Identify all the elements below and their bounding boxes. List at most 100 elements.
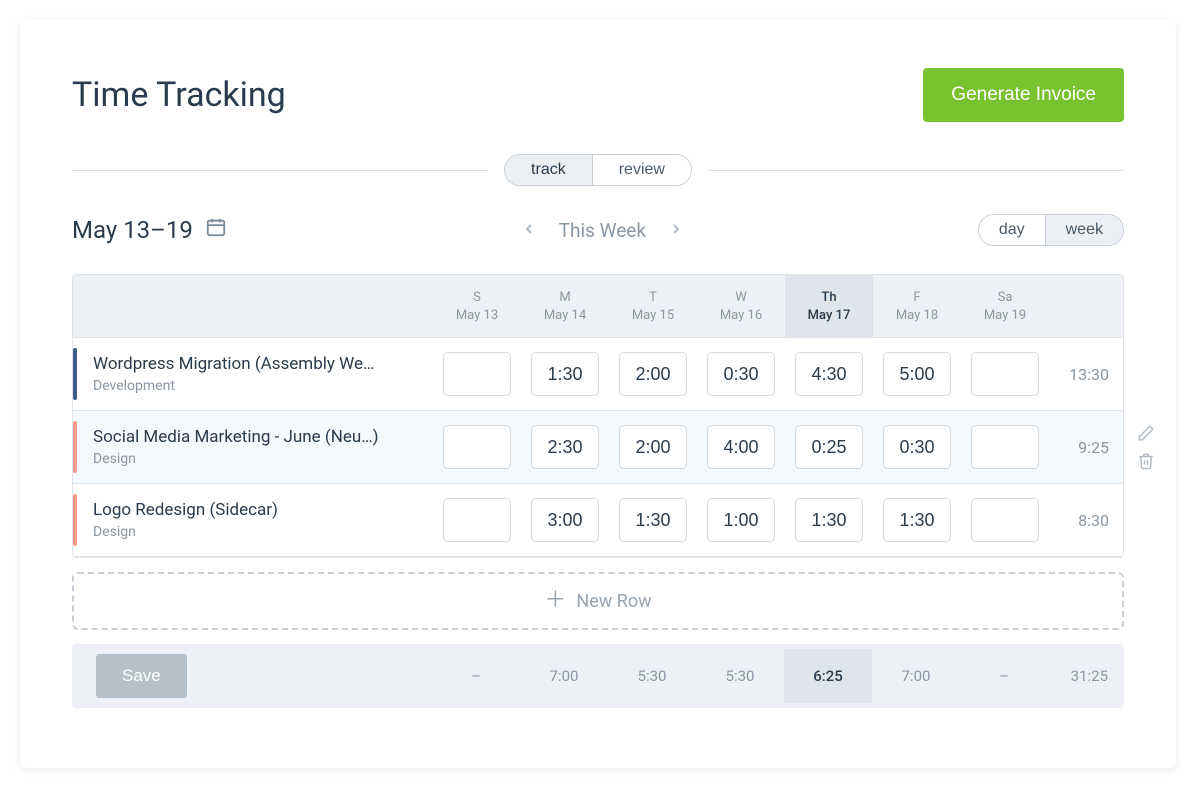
time-cell <box>873 338 961 410</box>
view-day-button[interactable]: day <box>979 215 1045 245</box>
time-input[interactable] <box>443 425 511 469</box>
time-input[interactable] <box>619 425 687 469</box>
time-input[interactable] <box>795 425 863 469</box>
tab-track[interactable]: track <box>505 155 592 185</box>
day-abbr: W <box>705 289 777 307</box>
time-cell <box>961 338 1049 410</box>
grid-header: SMay 13MMay 14TMay 15WMay 16ThMay 17FMay… <box>73 275 1123 338</box>
day-abbr: M <box>529 289 601 307</box>
time-input[interactable] <box>883 425 951 469</box>
time-input[interactable] <box>971 352 1039 396</box>
time-input[interactable] <box>619 352 687 396</box>
footer-grand-total: 31:25 <box>1048 667 1124 685</box>
time-input[interactable] <box>707 425 775 469</box>
timesheet-grid: SMay 13MMay 14TMay 15WMay 16ThMay 17FMay… <box>72 274 1124 558</box>
footer-totals: Save –7:005:305:306:257:00–31:25 <box>72 644 1124 708</box>
new-row-label: New Row <box>576 591 651 612</box>
pencil-icon[interactable] <box>1137 424 1155 442</box>
footer-day-total: 5:30 <box>696 667 784 685</box>
time-input[interactable] <box>531 425 599 469</box>
time-input[interactable] <box>531 498 599 542</box>
row-color-bar <box>73 348 77 400</box>
time-input[interactable] <box>531 352 599 396</box>
time-cell <box>785 484 873 556</box>
this-week-label[interactable]: This Week <box>559 219 646 242</box>
time-cell <box>433 484 521 556</box>
time-input[interactable] <box>619 498 687 542</box>
timesheet-row: Social Media Marketing - June (Neu…) Desi… <box>73 411 1123 484</box>
time-input[interactable] <box>883 498 951 542</box>
day-abbr: F <box>881 289 953 307</box>
calendar-icon[interactable] <box>205 216 227 244</box>
time-cell <box>521 411 609 483</box>
day-header: SaMay 19 <box>961 275 1049 337</box>
day-date: May 14 <box>529 307 601 325</box>
time-input[interactable] <box>883 352 951 396</box>
day-abbr: Sa <box>969 289 1041 307</box>
time-cell <box>961 411 1049 483</box>
time-cell <box>961 484 1049 556</box>
chevron-left-icon[interactable] <box>521 218 537 242</box>
footer-day-total: 6:25 <box>784 649 872 703</box>
footer-day-total: 7:00 <box>872 667 960 685</box>
time-cell <box>609 411 697 483</box>
time-input[interactable] <box>443 352 511 396</box>
task-cell[interactable]: Wordpress Migration (Assembly We…Develop… <box>73 338 433 410</box>
tab-review[interactable]: review <box>592 155 691 185</box>
day-header: MMay 14 <box>521 275 609 337</box>
timesheet-row: Logo Redesign (Sidecar)Design8:30 <box>73 484 1123 557</box>
day-header: FMay 18 <box>873 275 961 337</box>
time-cell <box>521 484 609 556</box>
time-input[interactable] <box>971 425 1039 469</box>
day-header: WMay 16 <box>697 275 785 337</box>
date-range: May 13–19 <box>72 216 227 244</box>
time-tracking-app: Time Tracking Generate Invoice track rev… <box>20 20 1176 768</box>
date-range-label: May 13–19 <box>72 216 193 244</box>
time-cell <box>609 338 697 410</box>
time-input[interactable] <box>795 498 863 542</box>
footer-save-col: Save <box>72 654 432 698</box>
time-cell <box>609 484 697 556</box>
task-category: Design <box>93 451 421 467</box>
time-cell <box>697 411 785 483</box>
row-color-bar <box>73 494 77 546</box>
footer-day-total: 5:30 <box>608 667 696 685</box>
day-date: May 13 <box>441 307 513 325</box>
time-input[interactable] <box>707 352 775 396</box>
header-total-col <box>1049 275 1125 337</box>
row-total: 13:30 <box>1049 365 1125 384</box>
day-date: May 16 <box>705 307 777 325</box>
trash-icon[interactable] <box>1137 452 1155 470</box>
timesheet-row: Wordpress Migration (Assembly We…Develop… <box>73 338 1123 411</box>
task-cell[interactable]: Social Media Marketing - June (Neu…) Desi… <box>73 411 433 483</box>
row-actions <box>1137 424 1155 470</box>
day-abbr: Th <box>793 289 865 307</box>
time-cell <box>697 338 785 410</box>
task-cell[interactable]: Logo Redesign (Sidecar)Design <box>73 484 433 556</box>
day-abbr: T <box>617 289 689 307</box>
time-input[interactable] <box>971 498 1039 542</box>
time-input[interactable] <box>795 352 863 396</box>
time-input[interactable] <box>443 498 511 542</box>
chevron-right-icon[interactable] <box>668 218 684 242</box>
time-cell <box>873 484 961 556</box>
task-title: Wordpress Migration (Assembly We… <box>93 354 421 374</box>
footer-day-total: – <box>960 667 1048 685</box>
generate-invoice-button[interactable]: Generate Invoice <box>923 68 1124 122</box>
view-week-button[interactable]: week <box>1045 215 1123 245</box>
day-header: SMay 13 <box>433 275 521 337</box>
new-row-button[interactable]: ＋ New Row <box>72 572 1124 630</box>
time-cell <box>433 411 521 483</box>
day-date: May 19 <box>969 307 1041 325</box>
task-title: Social Media Marketing - June (Neu…) <box>93 427 421 447</box>
header: Time Tracking Generate Invoice <box>72 68 1124 122</box>
week-nav: This Week <box>521 218 684 242</box>
divider-line <box>708 170 1124 171</box>
task-title: Logo Redesign (Sidecar) <box>93 500 421 520</box>
time-input[interactable] <box>707 498 775 542</box>
time-cell <box>433 338 521 410</box>
day-date: May 18 <box>881 307 953 325</box>
day-abbr: S <box>441 289 513 307</box>
time-cell <box>785 338 873 410</box>
save-button[interactable]: Save <box>96 654 187 698</box>
